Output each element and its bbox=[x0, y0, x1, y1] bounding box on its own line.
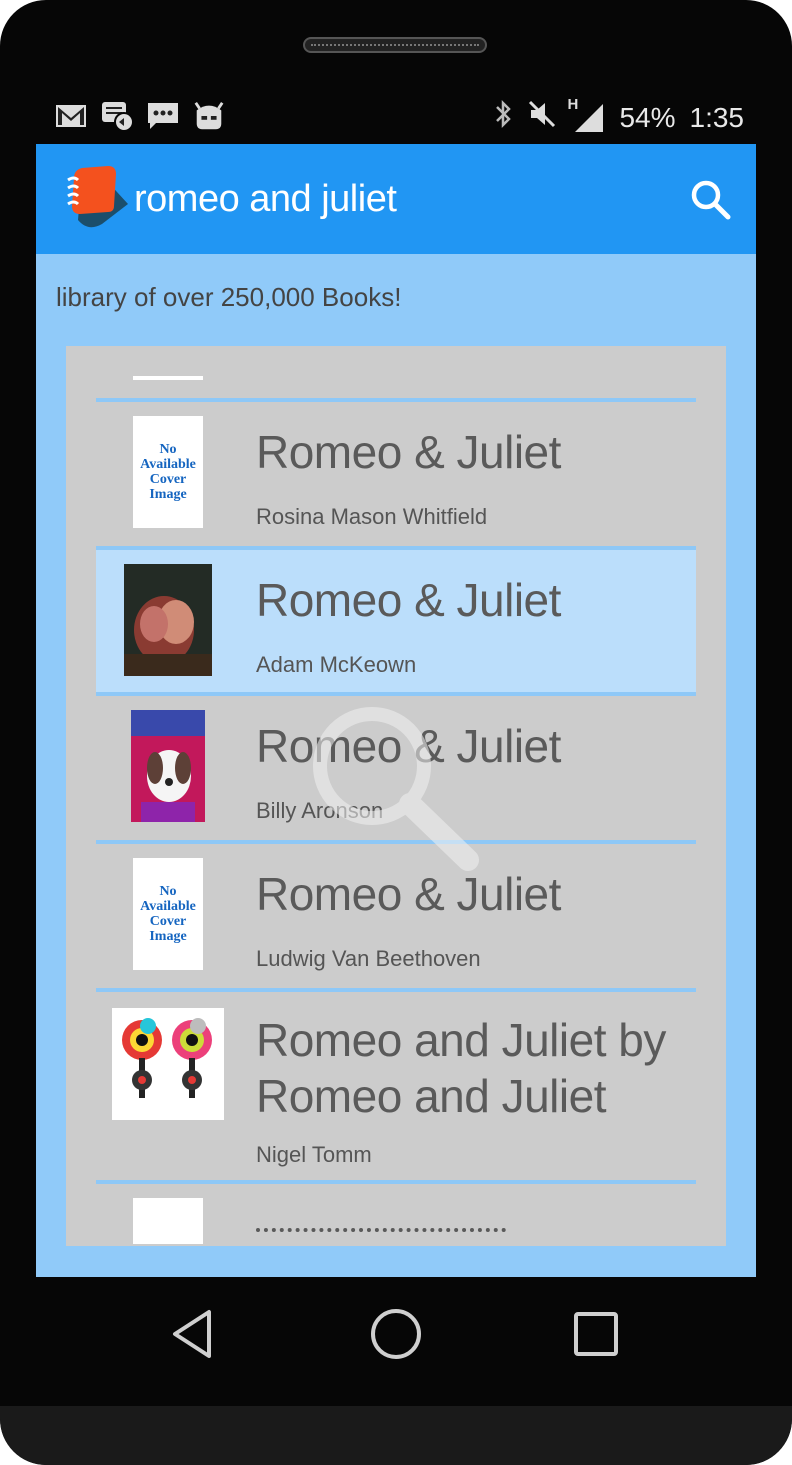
book-author: Adam McKeown bbox=[256, 652, 417, 677]
book-author: Ludwig Van Beethoven bbox=[256, 946, 481, 971]
phone-frame: H 54% 1:35 romeo and juliet library of o… bbox=[0, 0, 792, 1465]
list-item-selected[interactable]: Romeo & Juliet Adam McKeown bbox=[96, 546, 696, 696]
book-title: Romeo & Juliet bbox=[256, 868, 561, 920]
app-screen: romeo and juliet library of over 250,000… bbox=[36, 144, 756, 1277]
cover-text: Available bbox=[140, 457, 196, 472]
search-button[interactable] bbox=[688, 177, 734, 223]
cover-text: No bbox=[159, 884, 177, 899]
recents-square-icon bbox=[574, 1312, 618, 1356]
clock: 1:35 bbox=[689, 101, 745, 133]
book-title-partial bbox=[256, 1228, 516, 1244]
book-cover-image bbox=[131, 710, 205, 822]
phone-chin bbox=[0, 1406, 792, 1465]
status-bar: H 54% 1:35 bbox=[36, 92, 756, 144]
book-list[interactable]: No Available Cover Image Romeo & Juliet … bbox=[66, 346, 726, 1246]
cover-text: Cover bbox=[149, 472, 187, 487]
cover-text: Available bbox=[140, 899, 196, 914]
cover-text: No bbox=[159, 442, 177, 457]
book-cover-image bbox=[112, 1008, 224, 1120]
navigation-bar bbox=[0, 1277, 792, 1407]
app-logo-icon[interactable] bbox=[66, 166, 136, 234]
bluetooth-icon bbox=[493, 98, 513, 137]
list-item[interactable]: No Available Cover Image Romeo & Juliet … bbox=[96, 402, 696, 550]
home-button[interactable] bbox=[361, 1299, 431, 1369]
page-title: romeo and juliet bbox=[134, 178, 397, 220]
sms-icon bbox=[146, 100, 180, 132]
list-item[interactable]: Romeo & Juliet Billy Aronson bbox=[96, 696, 696, 844]
earpiece-speaker bbox=[303, 37, 487, 53]
message-sync-icon bbox=[100, 100, 134, 132]
battery-level: 54% bbox=[619, 101, 676, 133]
book-title: Romeo & Juliet bbox=[256, 426, 561, 478]
book-author: Rosina Mason Whitfield bbox=[256, 504, 488, 529]
recents-button[interactable] bbox=[561, 1299, 631, 1369]
cover-text: Image bbox=[149, 929, 187, 944]
cover-text: Cover bbox=[149, 914, 187, 929]
network-type: H bbox=[567, 95, 579, 113]
back-triangle-icon bbox=[173, 1310, 211, 1358]
back-button[interactable] bbox=[158, 1299, 228, 1369]
mute-icon bbox=[527, 98, 557, 137]
cover-text: Image bbox=[149, 487, 187, 502]
book-cover-image bbox=[124, 564, 212, 676]
book-title: Romeo & Juliet bbox=[256, 720, 561, 772]
signal-icon: H bbox=[567, 96, 605, 134]
book-cover-placeholder: No Available Cover Image bbox=[133, 858, 203, 970]
book-author: Nigel Tomm bbox=[256, 1142, 372, 1167]
app-bar: romeo and juliet bbox=[36, 144, 756, 254]
library-tagline: library of over 250,000 Books! bbox=[56, 282, 402, 312]
cyanogen-icon bbox=[192, 100, 226, 132]
book-cover-placeholder: No Available Cover Image bbox=[133, 416, 203, 528]
list-item-partial[interactable] bbox=[96, 346, 696, 402]
list-item[interactable]: No Available Cover Image Romeo & Juliet … bbox=[96, 844, 696, 992]
book-title: Romeo & Juliet bbox=[256, 574, 561, 626]
book-cover-partial bbox=[133, 376, 203, 380]
home-circle-icon bbox=[371, 1309, 421, 1359]
search-icon bbox=[691, 180, 731, 220]
book-title: Romeo and Juliet by Romeo and Juliet bbox=[256, 1014, 666, 1122]
book-author: Billy Aronson bbox=[256, 798, 384, 823]
list-item[interactable]: Romeo and Juliet by Romeo and Juliet Nig… bbox=[96, 992, 696, 1184]
gmail-icon bbox=[54, 100, 88, 132]
book-cover-partial bbox=[133, 1198, 203, 1244]
list-item-partial[interactable] bbox=[96, 1184, 696, 1244]
